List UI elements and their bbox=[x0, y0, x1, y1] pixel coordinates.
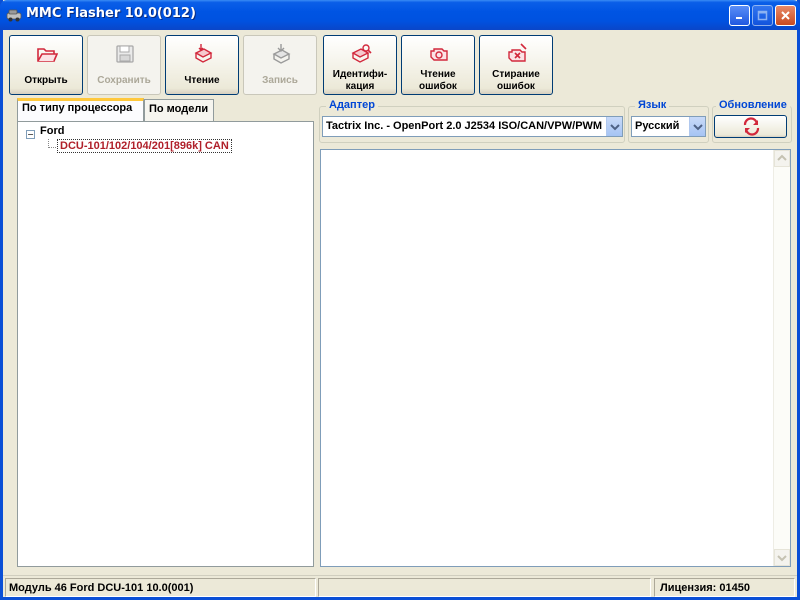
title-bar[interactable]: MMC Flasher 10.0(012) bbox=[0, 0, 800, 30]
save-button[interactable]: Сохранить bbox=[87, 35, 161, 95]
refresh-icon bbox=[743, 117, 760, 136]
folder-open-icon bbox=[37, 48, 58, 62]
refresh-button[interactable] bbox=[714, 115, 787, 138]
language-value: Русский bbox=[635, 120, 680, 132]
app-icon bbox=[6, 9, 22, 22]
read-chip-icon bbox=[194, 44, 213, 63]
read-errors-button[interactable]: Чтение ошибок bbox=[401, 35, 475, 95]
scroll-down-button[interactable] bbox=[774, 549, 790, 566]
ecu-tree[interactable]: − Ford DCU-101/102/104/201[896k] CAN bbox=[17, 121, 314, 567]
open-button[interactable]: Открыть bbox=[9, 35, 83, 95]
status-bar: Модуль 46 Ford DCU-101 10.0(001) Лицензи… bbox=[3, 575, 797, 597]
tree-connector-h bbox=[48, 147, 56, 148]
language-dropdown-button[interactable] bbox=[689, 117, 705, 136]
status-module: Модуль 46 Ford DCU-101 10.0(001) bbox=[5, 578, 316, 597]
open-label: Открыть bbox=[24, 75, 68, 86]
engine-check-icon bbox=[430, 48, 448, 61]
clear-errors-label: Стирание ошибок bbox=[492, 69, 540, 92]
scroll-up-button[interactable] bbox=[774, 150, 790, 167]
read-errors-label: Чтение ошибок bbox=[419, 69, 457, 92]
save-label: Сохранить bbox=[97, 75, 151, 86]
collapse-icon[interactable]: − bbox=[26, 130, 35, 139]
engine-clear-icon bbox=[508, 43, 527, 62]
adapter-dropdown-button[interactable] bbox=[606, 117, 622, 136]
minimize-icon bbox=[736, 17, 742, 19]
status-license: Лицензия: 01450 bbox=[654, 578, 795, 597]
close-button[interactable] bbox=[775, 5, 796, 26]
log-textarea[interactable] bbox=[320, 149, 791, 567]
adapter-select[interactable]: Tactrix Inc. - OpenPort 2.0 J2534 ISO/CA… bbox=[322, 116, 623, 137]
write-button[interactable]: Запись bbox=[243, 35, 317, 95]
language-select[interactable]: Русский bbox=[631, 116, 706, 137]
minimize-button[interactable] bbox=[729, 5, 750, 26]
update-title: Обновление bbox=[716, 99, 790, 111]
read-button[interactable]: Чтение bbox=[165, 35, 239, 95]
tab-by-processor[interactable]: По типу процессора bbox=[17, 98, 144, 121]
maximize-icon bbox=[757, 10, 768, 21]
identify-label: Идентифи-кация bbox=[332, 69, 388, 92]
maximize-button[interactable] bbox=[752, 5, 773, 26]
identify-button[interactable]: Идентифи-кация bbox=[323, 35, 397, 95]
clear-errors-button[interactable]: Стирание ошибок bbox=[479, 35, 553, 95]
chevron-down-icon bbox=[777, 555, 787, 562]
tree-node-dcu[interactable]: DCU-101/102/104/201[896k] CAN bbox=[57, 139, 232, 153]
adapter-title: Адаптер bbox=[326, 99, 378, 111]
status-middle bbox=[318, 578, 651, 597]
save-disk-icon bbox=[116, 45, 134, 63]
chevron-up-icon bbox=[777, 154, 787, 161]
log-scrollbar[interactable] bbox=[773, 150, 790, 566]
write-chip-icon bbox=[272, 44, 291, 64]
main-window: MMC Flasher 10.0(012) Открыть Сохранить bbox=[0, 0, 800, 600]
tree-node-ford[interactable]: Ford bbox=[40, 125, 64, 137]
chevron-down-icon bbox=[610, 124, 620, 131]
language-title: Язык bbox=[635, 99, 670, 111]
window-title: MMC Flasher 10.0(012) bbox=[26, 6, 196, 21]
identify-chip-icon bbox=[351, 44, 372, 63]
tab-by-model[interactable]: По модели bbox=[144, 99, 214, 121]
chevron-down-icon bbox=[693, 124, 703, 131]
close-icon bbox=[781, 11, 790, 20]
read-label: Чтение bbox=[184, 75, 220, 86]
adapter-value: Tactrix Inc. - OpenPort 2.0 J2534 ISO/CA… bbox=[326, 120, 603, 132]
write-label: Запись bbox=[262, 75, 298, 86]
